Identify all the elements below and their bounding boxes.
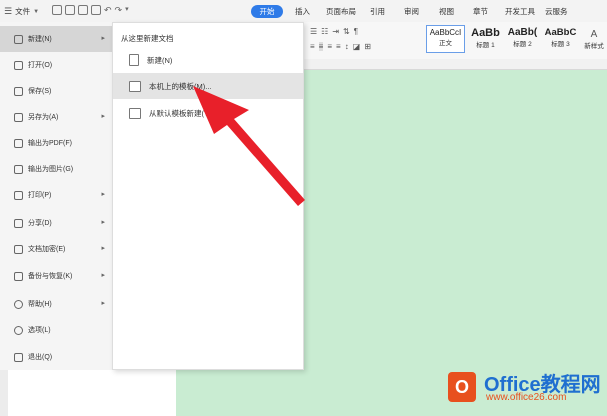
arrow-shape <box>193 86 305 206</box>
annotation-arrow <box>193 86 305 206</box>
watermark-url: www.office26.com <box>486 392 567 403</box>
office-logo-icon: O <box>448 372 476 402</box>
